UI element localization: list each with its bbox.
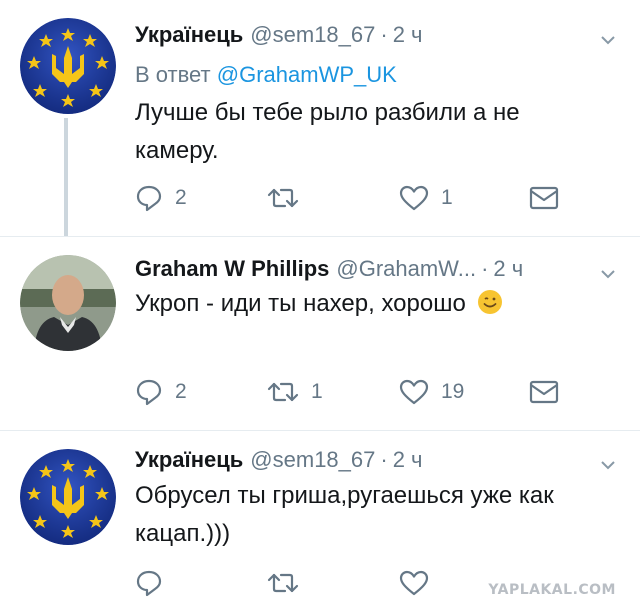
- retweet-button[interactable]: 1: [267, 376, 323, 408]
- like-button[interactable]: 19: [399, 376, 464, 408]
- retweet-icon: [267, 573, 299, 593]
- tweet-text: Укроп - иди ты нахер, хорошо: [135, 290, 466, 317]
- envelope-icon: [529, 186, 559, 210]
- chevron-down-icon[interactable]: [600, 457, 616, 473]
- user-handle[interactable]: @GrahamW...: [336, 256, 476, 282]
- heart-icon: [399, 570, 429, 596]
- tweet-1[interactable]: Українець @sem18_67 · 2 ч В ответ @Graha…: [0, 0, 640, 236]
- retweet-icon: [267, 188, 299, 208]
- tweet-text: Лучше бы тебе рыло разбили а не камеру.: [135, 99, 520, 164]
- reply-icon: [136, 185, 162, 212]
- tweet-header: Українець @sem18_67 · 2 ч: [135, 22, 600, 52]
- tweet-header: Graham W Phillips @GrahamW... · 2 ч: [135, 256, 600, 286]
- envelope-icon: [529, 380, 559, 404]
- display-name[interactable]: Українець: [135, 447, 243, 473]
- heart-icon: [399, 379, 429, 405]
- like-count: 19: [441, 380, 465, 403]
- heart-icon: [399, 185, 429, 211]
- reply-button[interactable]: 2: [135, 376, 187, 408]
- tweet-2[interactable]: Graham W Phillips @GrahamW... · 2 ч Укро…: [0, 237, 640, 430]
- avatar-ukrainets[interactable]: [20, 18, 116, 114]
- tweet-header: Українець @sem18_67 · 2 ч: [135, 447, 600, 477]
- display-name[interactable]: Українець: [135, 22, 243, 48]
- direct-message-button[interactable]: [529, 376, 559, 408]
- tweet-text: Обрусел ты гриша,ругаешься уже как кацап…: [135, 482, 554, 547]
- separator: ·: [380, 22, 388, 47]
- like-button[interactable]: [399, 567, 441, 599]
- retweet-button[interactable]: [267, 567, 311, 599]
- tweet-text-row: Укроп - иди ты нахер, хорошо: [135, 285, 605, 323]
- action-bar: 2 1 19: [135, 376, 565, 408]
- avatar-ukrainets[interactable]: [20, 449, 116, 545]
- retweet-icon: [267, 382, 299, 402]
- reply-button[interactable]: [135, 567, 175, 599]
- avatar-graham[interactable]: [20, 255, 116, 351]
- chevron-down-icon[interactable]: [600, 266, 616, 282]
- smiling-face-emoji-icon: [477, 290, 502, 314]
- reply-icon: [136, 379, 162, 406]
- display-name[interactable]: Graham W Phillips: [135, 256, 329, 282]
- man-portrait-photo-icon: [20, 255, 116, 351]
- reply-button[interactable]: 2: [135, 182, 187, 214]
- action-bar: 2 1: [135, 182, 565, 214]
- direct-message-button[interactable]: [529, 182, 559, 214]
- reply-to: В ответ @GrahamWP_UK: [135, 62, 397, 88]
- timestamp[interactable]: 2 ч: [393, 22, 423, 48]
- reply-count: 2: [175, 186, 187, 209]
- reply-count: 2: [175, 380, 187, 403]
- separator: ·: [380, 447, 388, 472]
- like-button[interactable]: 1: [399, 182, 453, 214]
- site-watermark: YAPLAKAL.COM: [488, 582, 616, 598]
- reply-prefix: В ответ: [135, 62, 211, 87]
- thread-line: [64, 118, 68, 236]
- retweet-count: 1: [311, 380, 323, 403]
- reply-handle-link[interactable]: @GrahamWP_UK: [217, 62, 397, 87]
- timestamp[interactable]: 2 ч: [493, 256, 523, 282]
- chevron-down-icon[interactable]: [600, 32, 616, 48]
- like-count: 1: [441, 186, 453, 209]
- user-handle[interactable]: @sem18_67: [250, 22, 375, 48]
- user-handle[interactable]: @sem18_67: [250, 447, 375, 473]
- retweet-button[interactable]: [267, 182, 311, 214]
- reply-icon: [136, 570, 162, 597]
- trident-avatar-icon: [20, 449, 116, 545]
- trident-avatar-icon: [20, 18, 116, 114]
- separator: ·: [481, 256, 489, 281]
- timestamp[interactable]: 2 ч: [393, 447, 423, 473]
